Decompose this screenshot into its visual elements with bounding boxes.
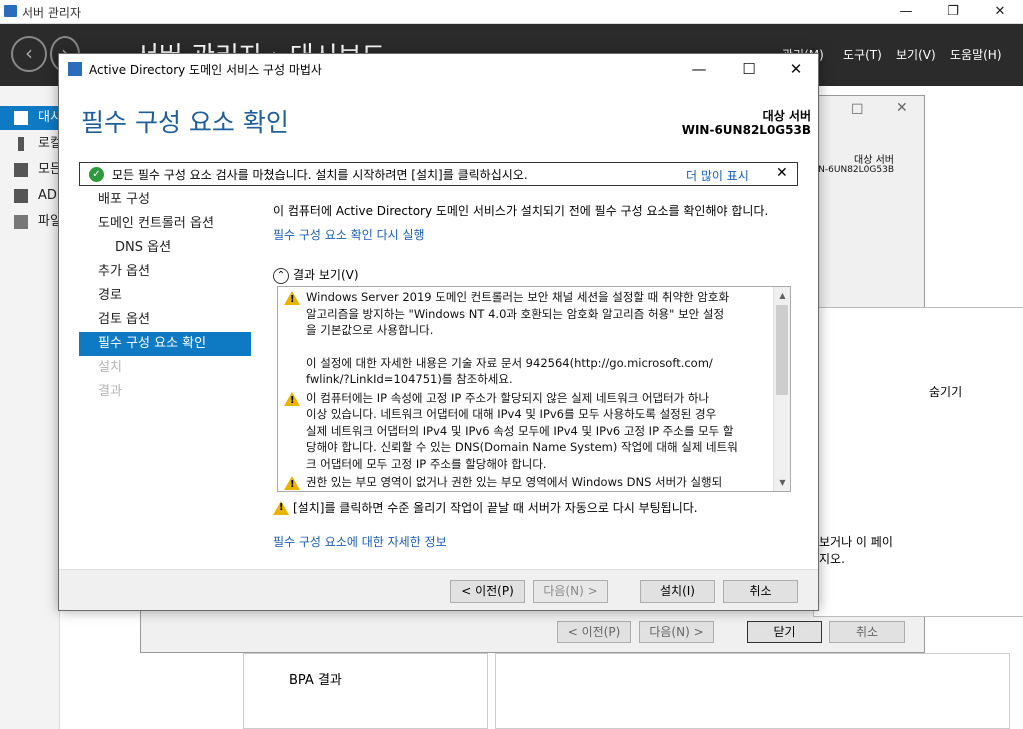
bg-hide-label[interactable]: 숨기기 — [929, 383, 962, 400]
app-title: 서버 관리자 — [22, 6, 82, 20]
dialog-titlebar: Active Directory 도메인 서비스 구성 마법사 — ☐ ✕ — [59, 54, 818, 84]
results-list: Windows Server 2019 도메인 컨트롤러는 보안 채널 세션을 … — [277, 286, 791, 492]
app-titlebar: 서버 관리자 — ❐ ✕ — [0, 0, 1023, 24]
next-button: 다음(N) > — [533, 580, 608, 603]
view-results-toggle[interactable]: ⌃ 결과 보기(V) — [273, 266, 359, 284]
view-results-label: 결과 보기(V) — [293, 268, 359, 282]
result-item-static-ip: 이 컴퓨터에는 IP 속성에 고정 IP 주소가 할당되지 않은 실제 네트워크… — [278, 388, 790, 473]
dashboard-panel-right — [495, 653, 1010, 729]
bg-close-icon[interactable]: ✕ — [896, 100, 908, 116]
dashboard-icon — [14, 111, 28, 125]
bg-maximize-icon[interactable]: ☐ — [851, 102, 864, 118]
ad-ds-icon — [14, 189, 28, 203]
target-server-value: WIN-6UN82L0G53B — [681, 123, 811, 137]
nav-item-paths[interactable]: 경로 — [79, 284, 251, 308]
servers-icon — [14, 163, 28, 177]
bg-prev-button[interactable]: < 이전(P) — [557, 621, 631, 643]
menu-help[interactable]: 도움말(H) — [950, 46, 1002, 63]
menu-view[interactable]: 보기(V) — [896, 46, 936, 63]
sidebar-item-dashboard[interactable]: 대시보드 — [0, 106, 60, 130]
install-button[interactable]: 설치(I) — [640, 580, 715, 603]
bg-close-button[interactable]: 닫기 — [747, 621, 822, 643]
prev-button[interactable]: < 이전(P) — [450, 580, 525, 603]
warning-icon — [273, 501, 289, 515]
warning-icon — [284, 476, 300, 491]
bg-panel: 숨기기 — [813, 307, 1023, 617]
dialog-maximize-button[interactable]: ☐ — [726, 54, 772, 84]
server-icon — [18, 137, 24, 151]
scroll-thumb[interactable] — [776, 305, 788, 395]
ad-ds-config-wizard: Active Directory 도메인 서비스 구성 마법사 — ☐ ✕ 필수… — [58, 53, 819, 611]
result-item-dns-delegation: 권한 있는 부모 영역이 없거나 권한 있는 부모 영역에서 Windows D… — [278, 472, 790, 491]
warning-icon — [284, 291, 300, 309]
scroll-down-icon[interactable]: ▼ — [774, 474, 790, 491]
bg-side-text-1: 보거나 이 페이 — [819, 535, 893, 549]
rerun-prereq-link[interactable]: 필수 구성 요소 확인 다시 실행 — [273, 226, 425, 243]
close-button[interactable]: ✕ — [977, 0, 1023, 24]
sidebar-item-ad-ds[interactable]: AD DS — [0, 184, 60, 208]
sidebar-item-file-storage[interactable]: 파일 및 저장소 서비스 — [0, 210, 60, 234]
status-banner: ✓ 모든 필수 구성 요소 검사를 마쳤습니다. 설치를 시작하려면 [설치]를… — [79, 162, 798, 186]
warning-icon — [284, 391, 300, 409]
banner-close-icon[interactable]: ✕ — [776, 165, 788, 181]
nav-item-results: 결과 — [98, 384, 122, 399]
wizard-nav: 배포 구성 도메인 컨트롤러 옵션 DNS 옵션 추가 옵션 경로 검토 옵션 … — [79, 188, 251, 404]
dialog-minimize-button[interactable]: — — [676, 54, 722, 84]
sidebar: 대시보드 로컬 서버 모든 서버 AD DS 파일 및 저장소 서비스 — [0, 86, 60, 729]
maximize-button[interactable]: ❐ — [930, 0, 976, 24]
chevron-up-icon: ⌃ — [273, 267, 289, 284]
intro-text: 이 컴퓨터에 Active Directory 도메인 서비스가 설치되기 전에… — [273, 204, 769, 218]
sidebar-item-all-servers[interactable]: 모든 서버 — [0, 158, 60, 182]
menu-tools[interactable]: 도구(T) — [843, 46, 882, 63]
prereq-info-link[interactable]: 필수 구성 요소에 대한 자세한 정보 — [273, 533, 447, 550]
file-storage-icon — [14, 215, 28, 229]
bg-target-label: 대상 서버 — [854, 155, 894, 166]
nav-item-review-options[interactable]: 검토 옵션 — [79, 308, 251, 332]
bg-side-text-2: 지오. — [819, 552, 845, 566]
dialog-title: Active Directory 도메인 서비스 구성 마법사 — [89, 63, 322, 77]
dialog-footer: < 이전(P) 다음(N) > 설치(I) 취소 — [59, 569, 818, 610]
nav-item-installation: 설치 — [98, 360, 122, 375]
show-more-link[interactable]: 더 많이 표시 — [686, 167, 749, 184]
bg-cancel-button[interactable]: 취소 — [829, 621, 905, 643]
target-server-label: 대상 서버 — [762, 109, 811, 123]
ad-ds-wizard-icon — [68, 62, 82, 76]
nav-item-prereq-check[interactable]: 필수 구성 요소 확인 — [79, 332, 251, 356]
banner-message: 모든 필수 구성 요소 검사를 마쳤습니다. 설치를 시작하려면 [설치]를 클… — [112, 168, 528, 182]
cancel-button[interactable]: 취소 — [723, 580, 798, 603]
bpa-results-label: BPA 결과 — [289, 673, 342, 688]
nav-item-dc-options[interactable]: 도메인 컨트롤러 옵션 — [79, 212, 251, 236]
sidebar-item-local-server[interactable]: 로컬 서버 — [0, 132, 60, 156]
nav-item-dns-options[interactable]: DNS 옵션 — [79, 236, 251, 260]
reboot-notice: [설치]를 클릭하면 수준 올리기 작업이 끝날 때 서버가 자동으로 다시 부… — [273, 498, 698, 516]
nav-item-additional-options[interactable]: 추가 옵션 — [79, 260, 251, 284]
page-title: 필수 구성 요소 확인 — [81, 108, 289, 137]
results-scrollbar[interactable]: ▲ ▼ — [773, 287, 790, 491]
bg-target-value: WIN-6UN82L0G53B — [806, 165, 894, 175]
server-manager-icon — [4, 5, 17, 17]
back-icon[interactable]: ‹ — [11, 36, 47, 72]
minimize-button[interactable]: — — [883, 0, 929, 24]
bg-next-button[interactable]: 다음(N) > — [639, 621, 714, 643]
scroll-up-icon[interactable]: ▲ — [774, 287, 790, 304]
result-item-crypto: Windows Server 2019 도메인 컨트롤러는 보안 채널 세션을 … — [278, 287, 790, 388]
dialog-close-button[interactable]: ✕ — [773, 54, 819, 84]
nav-item-deployment-config[interactable]: 배포 구성 — [79, 188, 251, 212]
check-icon: ✓ — [89, 167, 104, 182]
dashboard-panel-left: BPA 결과 — [243, 653, 488, 729]
